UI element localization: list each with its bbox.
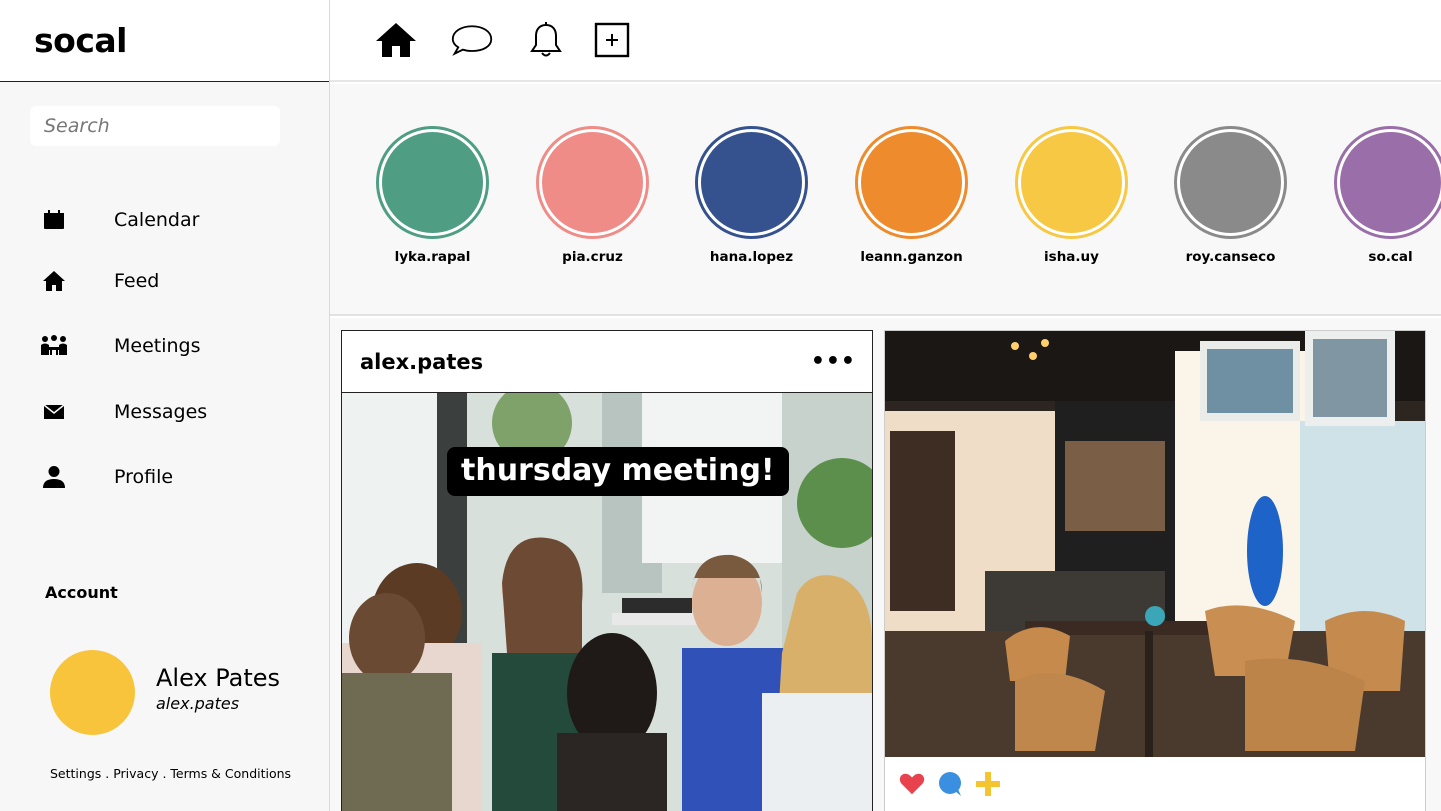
bell-icon[interactable] [524, 18, 568, 62]
story-ring [1174, 126, 1287, 239]
home-icon[interactable] [374, 18, 418, 62]
add-post-icon[interactable] [590, 18, 634, 62]
story-avatar [542, 132, 643, 233]
chat-bubble-icon[interactable] [450, 18, 494, 62]
app-logo[interactable]: socal [34, 21, 127, 60]
account-name: Alex Pates [156, 664, 281, 692]
stories-row: lyka.rapal pia.cruz hana.lopez leann.gan… [330, 84, 1441, 316]
sidebar-item-messages[interactable]: Messages [40, 392, 300, 432]
account-handle: alex.pates [156, 694, 240, 713]
account-heading: Account [45, 583, 118, 602]
sidebar-item-label: Messages [114, 401, 208, 423]
sidebar-item-calendar[interactable]: Calendar [40, 200, 300, 240]
top-navigation [330, 0, 1441, 82]
story-username: roy.canseco [1185, 249, 1276, 265]
story-username: isha.uy [1044, 249, 1099, 265]
post-caption: thursday meeting! [447, 447, 789, 496]
story-username: lyka.rapal [394, 249, 471, 265]
story-avatar [701, 132, 802, 233]
sidebar-item-feed[interactable]: Feed [40, 261, 300, 301]
sidebar-item-label: Feed [114, 270, 160, 292]
post-header: alex.pates ••• [342, 331, 872, 393]
footer-separator: . [101, 766, 114, 781]
home-icon [40, 267, 68, 295]
sidebar-item-profile[interactable]: Profile [40, 457, 300, 497]
sidebar-item-label: Meetings [114, 335, 201, 357]
story-avatar [861, 132, 962, 233]
story-ring [695, 126, 808, 239]
story-ring [1015, 126, 1128, 239]
story-item[interactable]: isha.uy [989, 126, 1129, 276]
story-avatar [1180, 132, 1281, 233]
story-avatar [1021, 132, 1122, 233]
post-card: alex.pates ••• thursday meeting! [341, 330, 873, 811]
story-ring [536, 126, 649, 239]
more-options-icon[interactable]: ••• [811, 349, 856, 374]
post-photo-meeting[interactable]: thursday meeting! [342, 393, 872, 811]
story-username: leann.ganzon [860, 249, 963, 265]
heart-icon[interactable] [899, 771, 925, 797]
story-item[interactable]: pia.cruz [510, 126, 650, 276]
story-item[interactable]: hana.lopez [669, 126, 809, 276]
person-icon [40, 463, 68, 491]
story-ring [376, 126, 489, 239]
post-username[interactable]: alex.pates [360, 350, 483, 374]
privacy-link[interactable]: Privacy [113, 766, 158, 781]
story-avatar [382, 132, 483, 233]
story-item[interactable]: lyka.rapal [350, 126, 490, 276]
plus-icon[interactable] [975, 771, 1001, 797]
story-avatar [1340, 132, 1441, 233]
settings-link[interactable]: Settings [50, 766, 101, 781]
story-ring [1334, 126, 1441, 239]
story-username: so.cal [1368, 249, 1413, 265]
story-item[interactable]: so.cal [1308, 126, 1441, 276]
post-card [884, 330, 1426, 811]
story-ring [855, 126, 968, 239]
story-username: hana.lopez [709, 249, 794, 265]
cafe-photo-illustration [885, 331, 1425, 757]
comment-icon[interactable] [937, 771, 963, 797]
avatar[interactable] [50, 650, 135, 735]
story-username: pia.cruz [562, 249, 623, 265]
post-actions [899, 771, 1001, 797]
mail-icon [40, 398, 68, 426]
meeting-icon [40, 332, 68, 360]
calendar-icon [40, 206, 68, 234]
footer-separator: . [158, 766, 171, 781]
story-item[interactable]: roy.canseco [1148, 126, 1288, 276]
search-input[interactable] [30, 106, 280, 146]
post-photo-cafe[interactable] [885, 331, 1425, 757]
story-item[interactable]: leann.ganzon [829, 126, 969, 276]
footer-links: Settings . Privacy . Terms & Conditions [50, 766, 291, 781]
brand-bar: socal [0, 0, 329, 82]
feed: alex.pates ••• thursday meeting! [330, 318, 1441, 811]
sidebar: socal Calendar Feed Meetings Messages Pr… [0, 0, 330, 811]
terms-link[interactable]: Terms & Conditions [170, 766, 291, 781]
sidebar-item-meetings[interactable]: Meetings [40, 326, 300, 366]
sidebar-item-label: Calendar [114, 209, 200, 231]
sidebar-item-label: Profile [114, 466, 174, 488]
